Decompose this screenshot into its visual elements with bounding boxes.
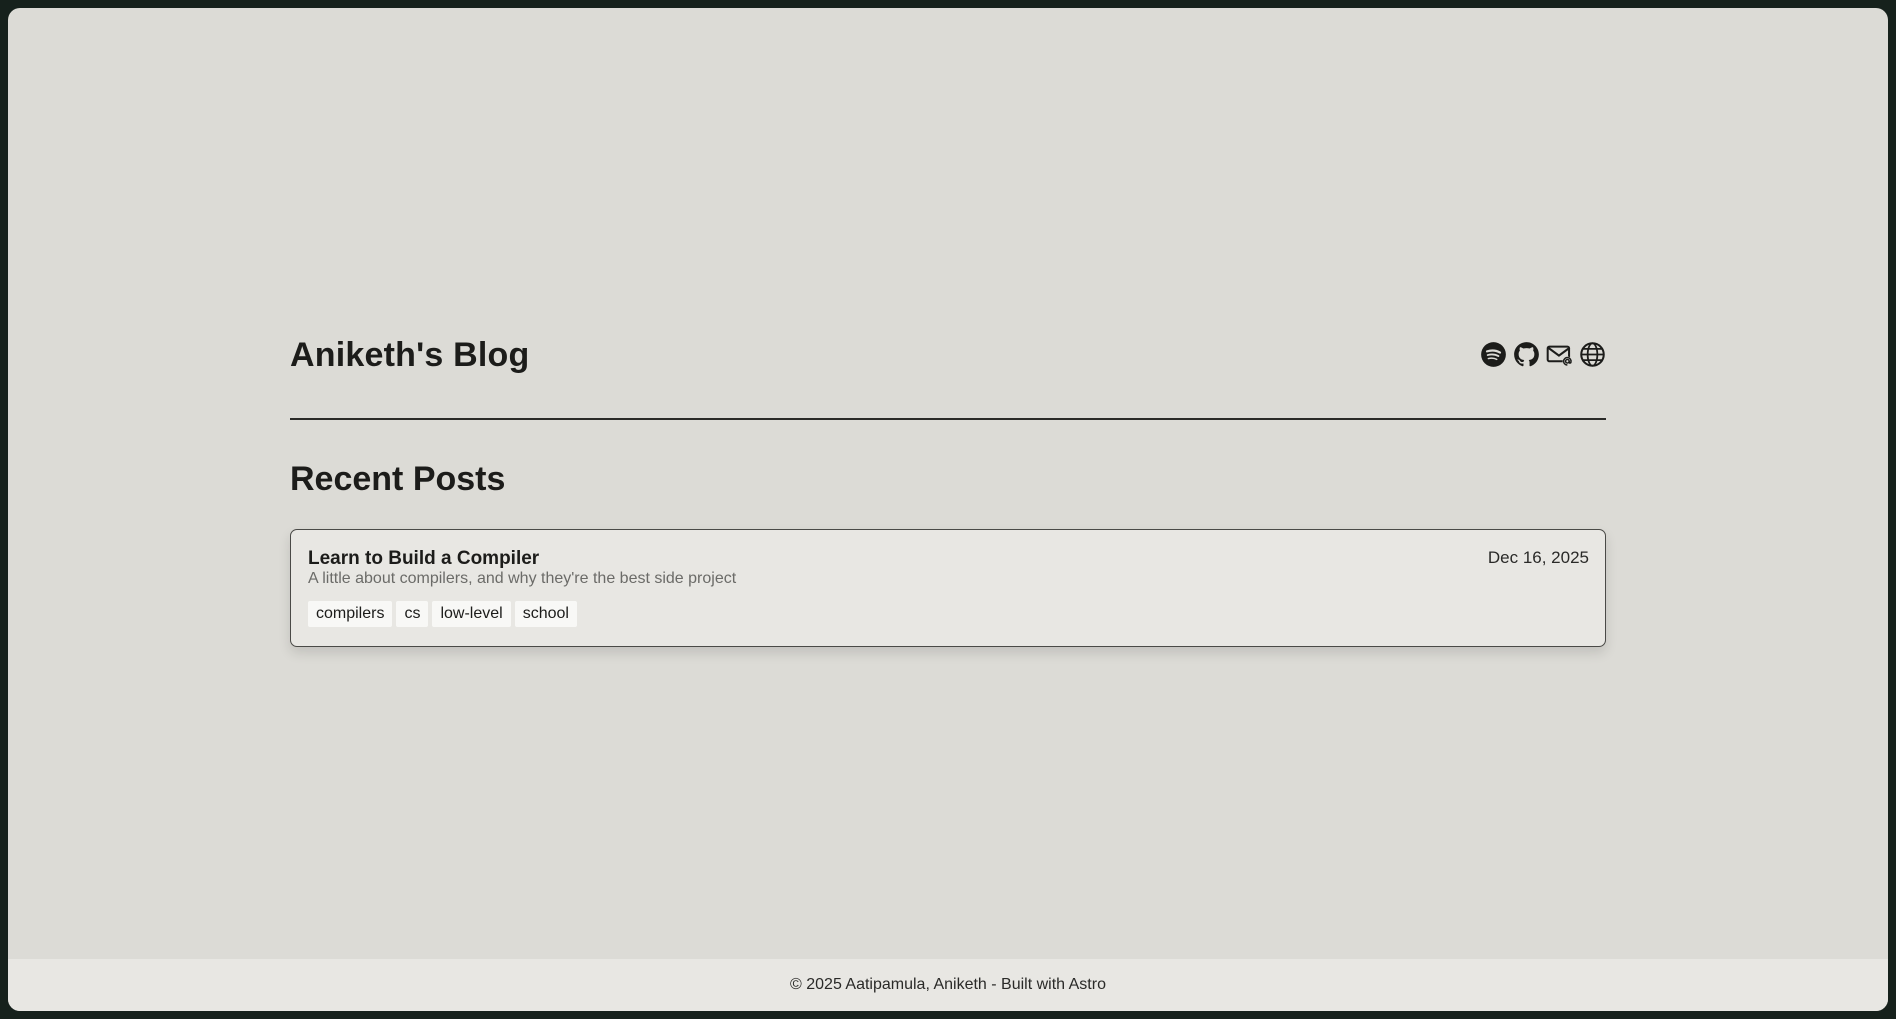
social-links: [1480, 341, 1606, 368]
browser-viewport: Aniketh's Blog Recent Posts Learn to Bui…: [8, 8, 1888, 1011]
email-link[interactable]: [1546, 341, 1573, 368]
github-icon: [1514, 342, 1539, 367]
post-description: A little about compilers, and why they'r…: [308, 570, 737, 587]
site-footer: © 2025 Aatipamula, Aniketh - Built with …: [8, 959, 1888, 1011]
post-title[interactable]: Learn to Build a Compiler: [308, 548, 539, 570]
site-title[interactable]: Aniketh's Blog: [290, 320, 529, 390]
spotify-icon: [1481, 342, 1506, 367]
github-link[interactable]: [1513, 341, 1540, 368]
mail-icon: [1546, 345, 1573, 366]
tag-school[interactable]: school: [514, 601, 577, 627]
site-header: Aniketh's Blog: [290, 320, 1606, 390]
footer-text: © 2025 Aatipamula, Aniketh - Built with …: [790, 976, 1106, 993]
tag-low-level[interactable]: low-level: [432, 601, 511, 627]
tag-cs[interactable]: cs: [396, 601, 429, 627]
post-tags: compilers cs low-level school: [308, 601, 577, 627]
post-date: Dec 16, 2025: [1487, 548, 1589, 567]
tag-compilers[interactable]: compilers: [308, 601, 393, 627]
recent-posts-heading: Recent Posts: [290, 460, 506, 498]
website-link[interactable]: [1579, 341, 1606, 368]
header-divider: [290, 418, 1606, 420]
post-card[interactable]: Learn to Build a Compiler Dec 16, 2025 A…: [290, 529, 1606, 647]
spotify-link[interactable]: [1480, 341, 1507, 368]
globe-icon: [1580, 342, 1605, 367]
